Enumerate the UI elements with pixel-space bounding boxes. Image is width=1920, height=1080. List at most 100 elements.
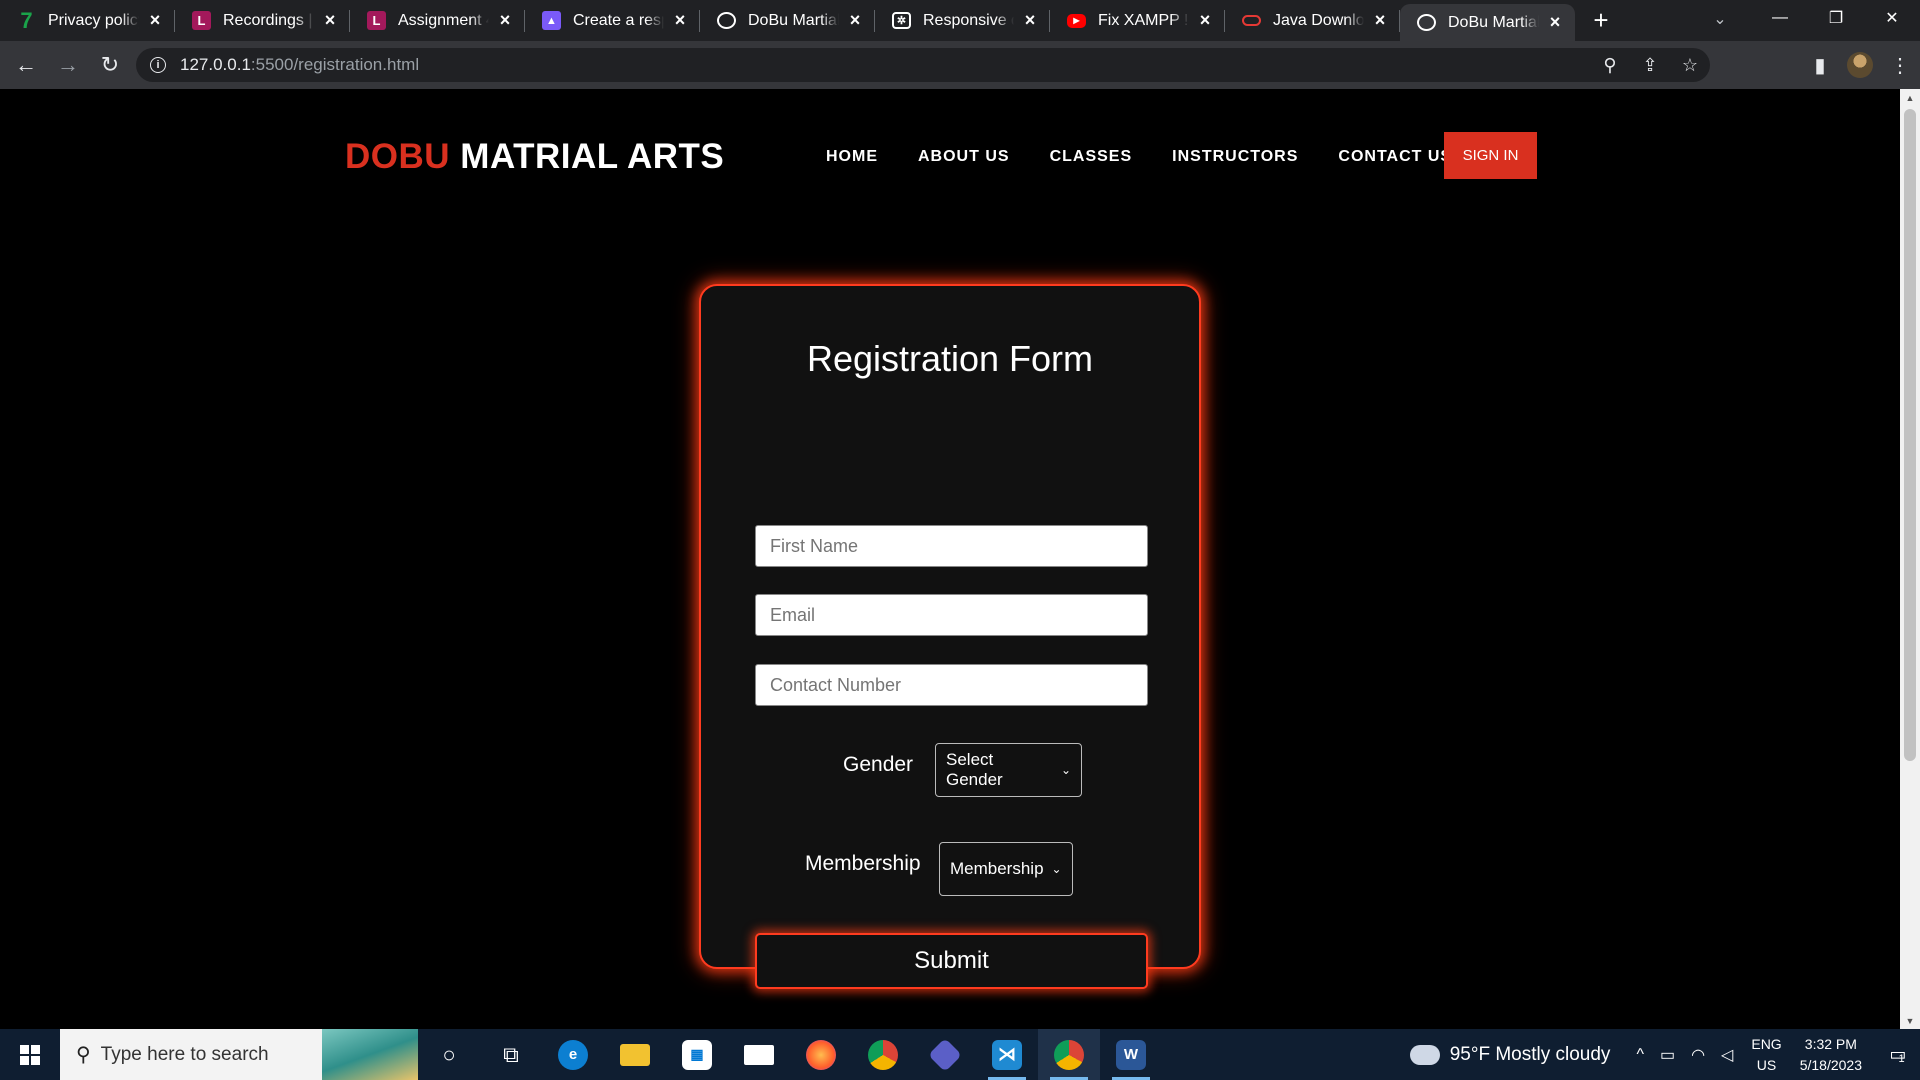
edge-icon[interactable]: e (542, 1029, 604, 1080)
nav-instructors[interactable]: INSTRUCTORS (1172, 148, 1298, 166)
close-icon[interactable]: × (1545, 12, 1565, 33)
vscode-icon[interactable]: ⋊ (976, 1029, 1038, 1080)
nav-classes[interactable]: CLASSES (1050, 148, 1133, 166)
close-icon[interactable]: × (670, 10, 690, 31)
close-icon[interactable]: × (1195, 10, 1215, 31)
nav-home[interactable]: HOME (826, 148, 878, 166)
address-bar[interactable]: i 127.0.0.1:5500/registration.html ⚲ ⇪ ☆ (136, 48, 1710, 82)
tab-title: Assignment 4 (398, 11, 489, 29)
scroll-up-icon[interactable]: ▲ (1900, 89, 1920, 106)
avatar[interactable] (1847, 52, 1873, 78)
bookmark-star-icon[interactable]: ☆ (1670, 48, 1710, 82)
close-icon[interactable]: × (495, 10, 515, 31)
tab-favicon-icon: ▲ (542, 11, 561, 30)
tab-title: Recordings | C (223, 11, 314, 29)
wifi-icon[interactable]: ◠ (1691, 1045, 1705, 1065)
tab-2[interactable]: L Assignment 4 × (350, 0, 525, 41)
chevron-down-icon[interactable]: ⌄ (1700, 4, 1740, 34)
file-explorer-icon[interactable] (604, 1029, 666, 1080)
oracle-icon (1242, 15, 1261, 26)
forward-icon[interactable]: → (48, 45, 88, 85)
close-window-icon[interactable]: ✕ (1864, 0, 1920, 36)
restore-icon[interactable]: ❐ (1808, 0, 1864, 36)
cloud-icon (1409, 1044, 1440, 1065)
menu-kebab-icon[interactable]: ⋮ (1880, 45, 1920, 85)
sign-in-button[interactable]: SIGN IN (1444, 132, 1537, 179)
tab-7[interactable]: Java Downloa × (1225, 0, 1400, 41)
search-highlight-art (322, 1029, 418, 1080)
windows-taskbar: ⚲ Type here to search ○ ⧉ e ▦ ⋊ W 95°F M… (0, 1029, 1920, 1080)
first-name-input[interactable]: First Name (755, 525, 1148, 567)
nav-contact-us[interactable]: CONTACT US (1338, 148, 1452, 166)
tab-8-active[interactable]: DoBu Martial × (1400, 4, 1575, 41)
new-tab-button[interactable]: + (1581, 0, 1621, 41)
notification-icon[interactable]: ▭ 1 (1874, 1029, 1920, 1080)
start-button[interactable] (0, 1029, 60, 1080)
firefox-icon[interactable] (790, 1029, 852, 1080)
gender-select[interactable]: Select Gender ⌄ (935, 743, 1082, 797)
membership-select[interactable]: Membership ⌄ (939, 842, 1073, 896)
volume-icon[interactable]: ◁ (1721, 1045, 1733, 1065)
form-title: Registration Form (806, 338, 1094, 379)
reload-icon[interactable]: ↻ (90, 45, 130, 85)
side-panel-icon[interactable]: ▮ (1800, 45, 1840, 85)
registration-form: Registration Form First Name Email Conta… (699, 284, 1201, 989)
url-host: 127.0.0.1 (180, 55, 251, 74)
submit-button[interactable]: Submit (755, 933, 1148, 989)
email-input[interactable]: Email (755, 594, 1148, 636)
chevron-down-icon: ⌄ (1060, 763, 1071, 777)
window-controls: — ❐ ✕ (1752, 0, 1920, 36)
clock-time: 3:32 PM (1804, 1035, 1857, 1052)
back-icon[interactable]: ← (6, 45, 46, 85)
youtube-icon: ▶ (1067, 13, 1086, 28)
close-icon[interactable]: × (1370, 10, 1390, 31)
gender-select-value: Select Gender (946, 750, 1003, 789)
tab-1[interactable]: L Recordings | C × (175, 0, 350, 41)
browser-toolbar: ← → ↻ i 127.0.0.1:5500/registration.html… (0, 41, 1920, 89)
mail-icon[interactable] (728, 1029, 790, 1080)
close-icon[interactable]: × (1020, 10, 1040, 31)
contact-number-input[interactable]: Contact Number (755, 664, 1148, 706)
chevron-up-icon[interactable]: ^ (1636, 1046, 1644, 1064)
page-scrollbar[interactable]: ▲ ▼ (1900, 89, 1920, 1029)
tab-6[interactable]: ▶ Fix XAMPP ! To × (1050, 0, 1225, 41)
tab-favicon-icon: 7 (20, 7, 33, 33)
globe-icon (1417, 14, 1436, 31)
site-logo[interactable]: DOBU MATRIAL ARTS (345, 137, 724, 177)
scroll-down-icon[interactable]: ▼ (1900, 1012, 1920, 1029)
share-icon[interactable]: ⇪ (1630, 48, 1670, 82)
minimize-icon[interactable]: — (1752, 0, 1808, 36)
chrome-running-icon[interactable] (1038, 1029, 1100, 1080)
close-icon[interactable]: × (145, 10, 165, 31)
clock-date: 5/18/2023 (1799, 1056, 1862, 1073)
tab-favicon-icon: L (192, 11, 211, 30)
site-info-icon[interactable]: i (150, 57, 166, 73)
clock[interactable]: 3:32 PM 5/18/2023 (1800, 1034, 1862, 1076)
chrome-icon[interactable] (852, 1029, 914, 1080)
tab-title: Create a respo (573, 11, 664, 29)
battery-icon[interactable]: ▭ (1660, 1045, 1675, 1065)
zoom-icon[interactable]: ⚲ (1590, 48, 1630, 82)
scrollbar-thumb[interactable] (1904, 109, 1916, 761)
tab-3[interactable]: ▲ Create a respo × (525, 0, 700, 41)
tab-5[interactable]: ✲ Responsive dr × (875, 0, 1050, 41)
cortana-icon[interactable]: ○ (418, 1029, 480, 1080)
windows-logo-icon (20, 1044, 40, 1065)
close-icon[interactable]: × (845, 10, 865, 31)
weather-widget[interactable]: 95°F Mostly cloudy (1409, 1044, 1610, 1066)
word-icon[interactable]: W (1100, 1029, 1162, 1080)
teams-icon[interactable] (914, 1029, 976, 1080)
nav-about-us[interactable]: ABOUT US (918, 148, 1010, 166)
task-view-icon[interactable]: ⧉ (480, 1029, 542, 1080)
language-indicator[interactable]: ENG US (1751, 1034, 1781, 1076)
tab-0[interactable]: 7 Privacy policy × (0, 0, 175, 41)
taskbar-search[interactable]: ⚲ Type here to search (60, 1029, 418, 1080)
address-bar-actions: ⚲ ⇪ ☆ (1590, 48, 1710, 82)
tab-4[interactable]: DoBu Martial / × (700, 0, 875, 41)
tab-title: Java Downloa (1273, 11, 1364, 29)
lang-top: ENG (1751, 1035, 1782, 1052)
membership-label: Membership (805, 852, 921, 875)
close-icon[interactable]: × (320, 10, 340, 31)
membership-select-value: Membership (950, 859, 1044, 878)
store-icon[interactable]: ▦ (666, 1029, 728, 1080)
